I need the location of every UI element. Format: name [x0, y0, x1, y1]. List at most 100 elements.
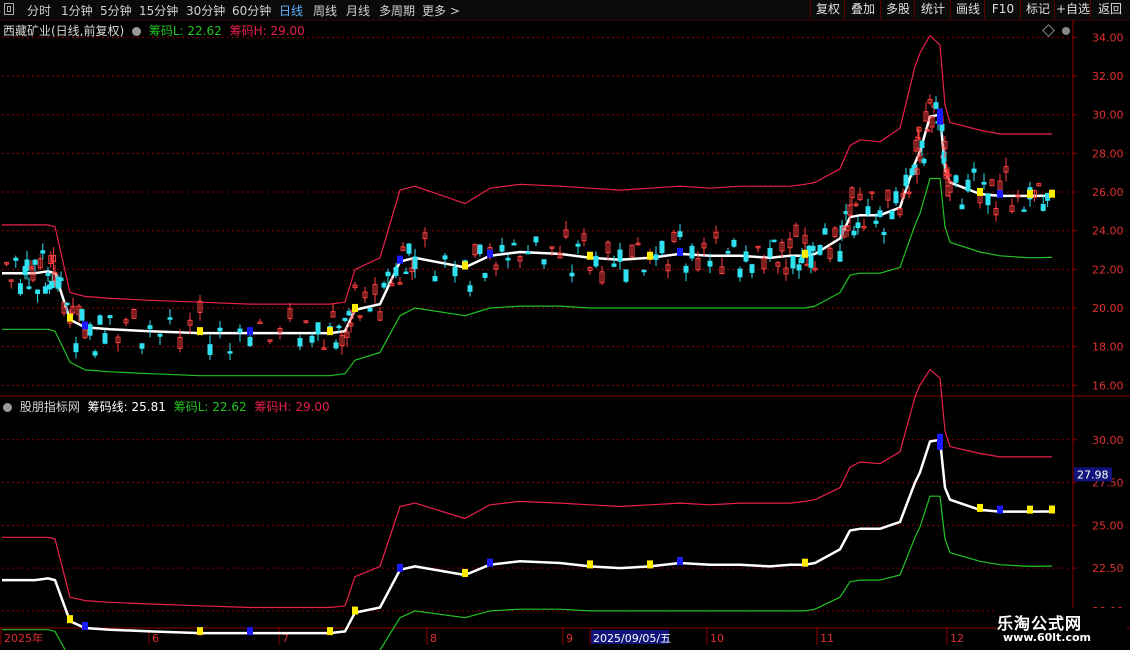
blue-marker — [82, 321, 88, 330]
blue-marker — [247, 627, 253, 636]
candle-body — [683, 265, 689, 273]
candle-body — [525, 251, 531, 255]
candle-body — [477, 244, 483, 254]
candle-body — [939, 123, 945, 132]
blue-marker — [397, 255, 403, 264]
y-tick-label: 30.00 — [1092, 434, 1124, 447]
yellow-marker — [802, 558, 808, 567]
chart-canvas[interactable]: 34.00 32.00 30.00 28.00 26.00 24.00 22.00 20.00… — [0, 0, 1130, 650]
candle-body — [17, 283, 23, 295]
blue-marker — [677, 556, 683, 565]
main-lower-band — [2, 177, 1053, 377]
candle-body — [817, 244, 823, 255]
blue-marker — [677, 247, 683, 256]
candle-body — [593, 255, 599, 267]
yellow-marker — [462, 261, 468, 270]
candle-body — [611, 263, 617, 267]
blue-marker — [82, 622, 88, 630]
y-tick-label: 18.00 — [1092, 341, 1124, 354]
candle-body — [822, 228, 828, 235]
candle-body — [58, 277, 64, 282]
x-axis-label: 10 — [710, 632, 724, 645]
candle-body — [45, 272, 51, 276]
x-axis-label: 2025/09/05/五 — [593, 632, 671, 645]
x-axis-label: 8 — [430, 632, 437, 645]
candle-body — [499, 244, 505, 252]
yellow-marker — [647, 560, 653, 569]
y-tick-label: 22.50 — [1092, 562, 1124, 575]
candle-body — [533, 236, 539, 243]
candle-body — [13, 257, 19, 261]
candle-body — [346, 310, 352, 316]
yellow-marker — [802, 249, 808, 258]
yellow-marker — [352, 606, 358, 615]
candle-body — [953, 175, 959, 183]
candle-body — [737, 268, 743, 278]
candle-body — [385, 271, 391, 277]
candle-body — [790, 255, 796, 269]
candle-body — [482, 272, 488, 278]
candle-body — [725, 251, 731, 254]
candle-body — [971, 168, 977, 173]
candle-body — [381, 282, 387, 288]
candle-body — [985, 193, 991, 206]
candle-body — [653, 254, 659, 260]
candle-body — [641, 269, 647, 273]
candle-body — [865, 206, 871, 215]
candle-body — [575, 243, 581, 247]
y-tick-label: 34.00 — [1092, 31, 1124, 44]
y-tick-label: 16.00 — [1092, 379, 1124, 392]
candle-body — [623, 269, 629, 282]
watermark: 乐淘公式网 www.60lt.com — [997, 608, 1127, 650]
y-tick-label: 24.00 — [1092, 225, 1124, 238]
candle-body — [315, 322, 321, 335]
candle-body — [677, 231, 683, 238]
candle-body — [309, 335, 315, 343]
candle-body — [336, 325, 342, 329]
candle-body — [157, 333, 163, 337]
y-tick-label: 32.00 — [1092, 70, 1124, 83]
candle-body — [452, 266, 458, 277]
candle-body — [107, 315, 113, 319]
yellow-marker — [197, 327, 203, 336]
candle-body — [92, 351, 98, 356]
candle-body — [227, 351, 233, 354]
candle-body — [139, 343, 145, 349]
x-axis-label: 6 — [152, 632, 159, 645]
candle-body — [881, 231, 887, 235]
candle-body — [367, 307, 373, 312]
candle-body — [873, 220, 879, 224]
yellow-marker — [1027, 189, 1033, 198]
yellow-marker — [1049, 189, 1055, 198]
candle-body — [569, 272, 575, 277]
y-tick-label: 26.00 — [1092, 186, 1124, 199]
indicator-upper-band — [2, 369, 1052, 609]
candle-body — [707, 260, 713, 267]
candle-body — [64, 302, 70, 306]
blue-marker — [247, 327, 253, 336]
y-tick-label: 25.00 — [1092, 519, 1124, 532]
candle-body — [808, 255, 814, 268]
candle-body — [102, 333, 108, 344]
candle-body — [689, 245, 695, 259]
candle-body — [855, 222, 861, 229]
yellow-marker — [977, 187, 983, 196]
y-tick-label: 20.00 — [1092, 302, 1124, 315]
indicator-lower-band — [2, 495, 1053, 650]
candle-body — [217, 327, 223, 332]
candle-body — [731, 239, 737, 247]
candle-body — [505, 257, 511, 261]
candle-body — [981, 181, 987, 185]
candle-body — [767, 247, 773, 258]
x-axis-label: 12 — [950, 632, 964, 645]
yellow-marker — [327, 327, 333, 336]
candle-body — [207, 344, 213, 356]
candle-body — [49, 280, 55, 288]
candle-body — [1040, 203, 1046, 211]
yellow-marker — [327, 627, 333, 636]
price-marker-label: 27.98 — [1077, 468, 1109, 481]
candle-body — [659, 240, 665, 254]
candle-body — [1021, 209, 1027, 212]
candle-body — [412, 256, 418, 270]
blue-marker — [997, 189, 1003, 198]
